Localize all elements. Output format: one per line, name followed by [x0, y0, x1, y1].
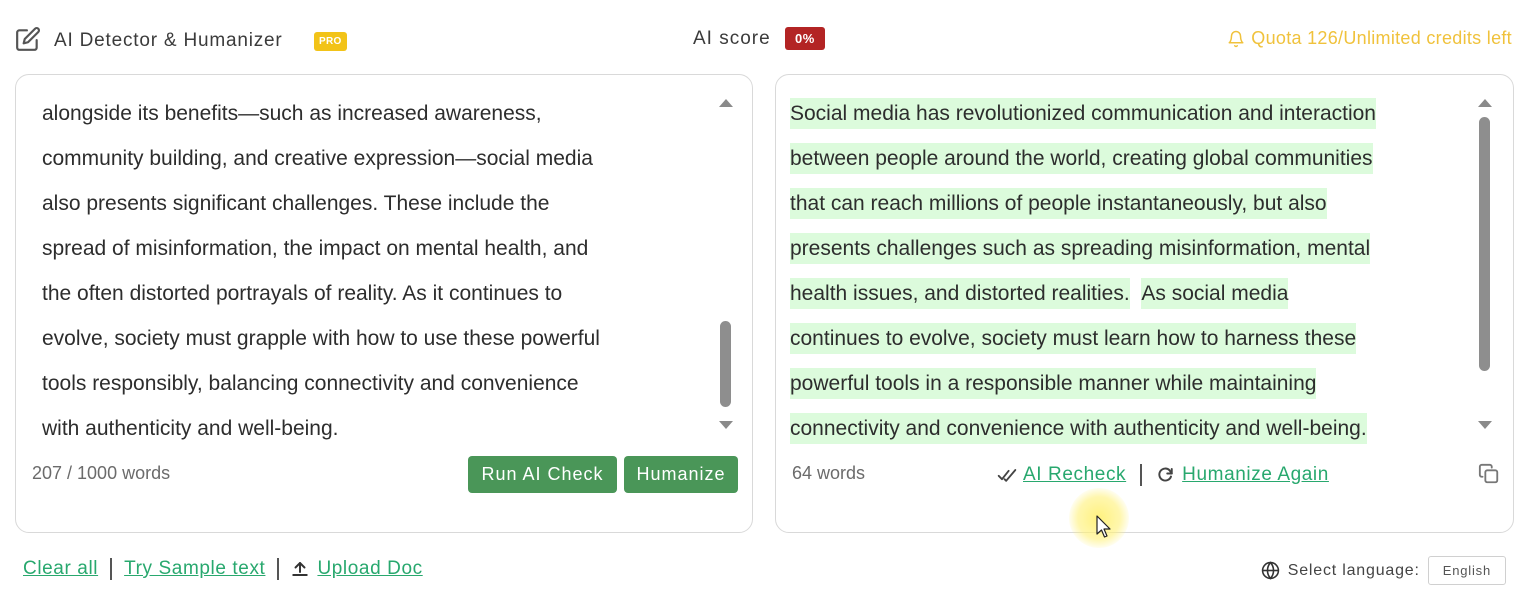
bottom-links: Clear all Try Sample text Upload Doc [23, 558, 423, 580]
input-line: with authenticity and well-being. [42, 417, 339, 440]
output-actions: AI Recheck Humanize Again [997, 464, 1329, 486]
humanize-button[interactable]: Humanize [624, 456, 738, 493]
clear-all-link[interactable]: Clear all [23, 558, 98, 580]
scrollbar-thumb[interactable] [720, 321, 731, 407]
quota-indicator: Quota 126/Unlimited credits left [1227, 28, 1512, 49]
upload-icon [292, 562, 309, 576]
edit-icon[interactable] [15, 26, 41, 52]
output-line: health issues, and distorted realities. … [790, 271, 1462, 316]
input-line: community building, and creative express… [42, 147, 593, 170]
quota-text: Quota 126/Unlimited credits left [1251, 28, 1512, 48]
output-word-count: 64 words [792, 463, 866, 483]
output-text: Social media has revolutionized communic… [790, 91, 1462, 451]
output-line: that can reach millions of people instan… [790, 181, 1462, 226]
output-line: connectivity and convenience with authen… [790, 406, 1462, 451]
scrollbar-thumb[interactable] [1479, 117, 1490, 371]
bell-icon [1228, 30, 1244, 47]
output-line: presents challenges such as spreading mi… [790, 226, 1462, 271]
divider [277, 558, 280, 580]
humanize-again-link[interactable]: Humanize Again [1182, 464, 1329, 486]
scroll-down-arrow[interactable] [719, 421, 733, 429]
app-title: AI Detector & Humanizer [54, 30, 283, 51]
scroll-up-arrow[interactable] [1478, 99, 1492, 107]
scroll-up-arrow[interactable] [719, 99, 733, 107]
double-check-icon [997, 469, 1017, 482]
input-line: also presents significant challenges. Th… [42, 192, 550, 215]
divider [110, 558, 113, 580]
copy-icon[interactable] [1478, 463, 1500, 485]
pro-badge: PRO [314, 32, 347, 51]
output-line: Social media has revolutionized communic… [790, 91, 1462, 136]
output-line: between people around the world, creatin… [790, 136, 1462, 181]
run-ai-check-button[interactable]: Run AI Check [468, 456, 617, 493]
ai-score-label: AI score [693, 28, 771, 49]
redo-icon [1158, 467, 1173, 482]
bottom-bar: Clear all Try Sample text Upload Doc Sel… [0, 552, 1536, 592]
scroll-down-arrow[interactable] [1478, 421, 1492, 429]
output-line: continues to evolve, society must learn … [790, 316, 1462, 361]
top-bar: AI Detector & Humanizer PRO AI score 0% … [0, 0, 1536, 76]
ai-recheck-link[interactable]: AI Recheck [1023, 464, 1126, 486]
language-dropdown[interactable]: English [1427, 556, 1506, 585]
globe-icon [1261, 561, 1279, 580]
input-panel: alongside its benefits—such as increased… [15, 74, 753, 533]
input-line: evolve, society must grapple with how to… [42, 327, 600, 350]
try-sample-text-link[interactable]: Try Sample text [124, 558, 265, 580]
language-selector: Select language: English [1261, 556, 1506, 585]
mouse-pointer-icon [1096, 515, 1111, 538]
input-line: spread of misinformation, the impact on … [42, 237, 589, 260]
select-language-label: Select language: [1287, 561, 1420, 579]
divider [1140, 464, 1143, 486]
input-word-count: 207 / 1000 words [32, 463, 171, 483]
output-line: powerful tools in a responsible manner w… [790, 361, 1462, 406]
input-line: tools responsibly, balancing connectivit… [42, 372, 579, 395]
output-panel: Social media has revolutionized communic… [775, 74, 1514, 533]
input-line: alongside its benefits—such as increased… [42, 102, 542, 125]
ai-score-badge: 0% [785, 27, 825, 50]
input-textarea[interactable]: alongside its benefits—such as increased… [42, 91, 702, 451]
upload-doc-link[interactable]: Upload Doc [317, 558, 422, 580]
input-line: the often distorted portrayals of realit… [42, 282, 563, 305]
